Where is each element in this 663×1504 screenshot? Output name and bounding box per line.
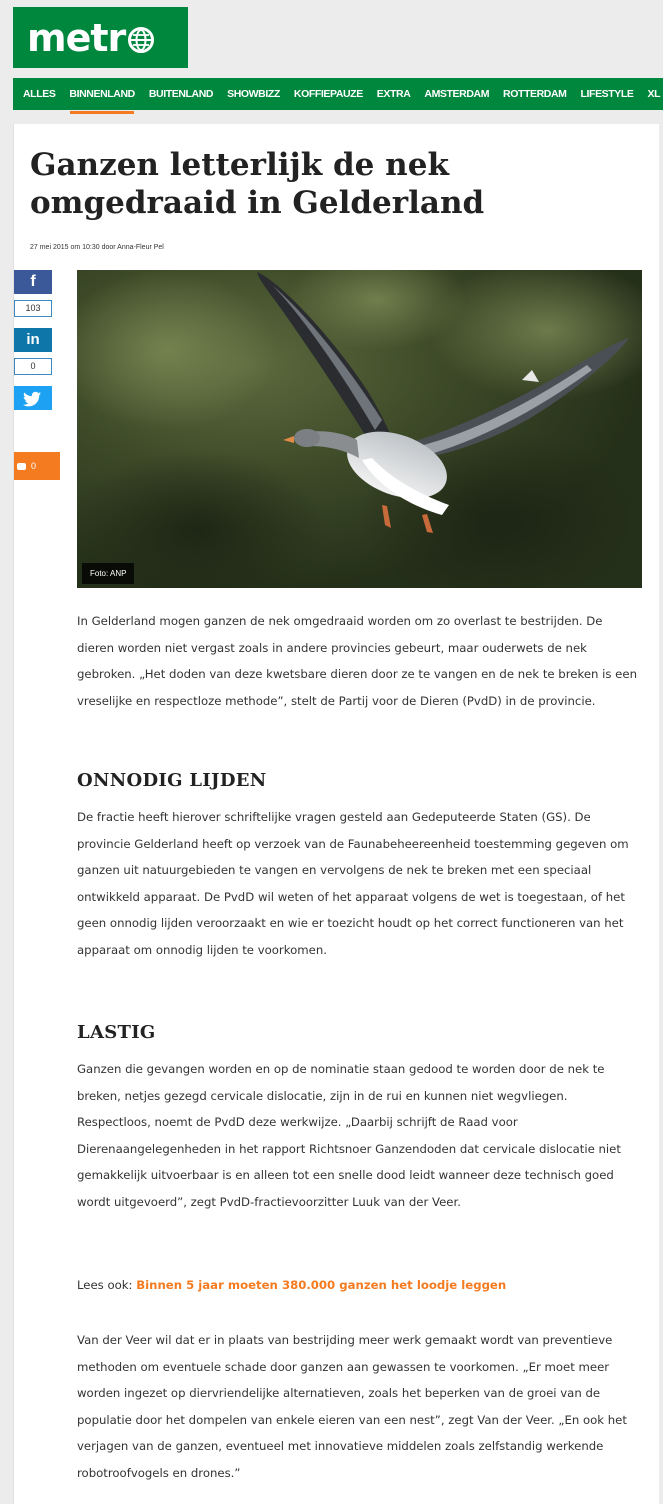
photo-credit: Foto: ANP xyxy=(82,563,135,584)
logo-text: metr xyxy=(27,15,126,60)
nav-item-rotterdam[interactable]: ROTTERDAM xyxy=(496,78,573,110)
article-title: Ganzen letterlijk de nek omgedraaid in G… xyxy=(30,147,485,221)
nav-item-extra[interactable]: EXTRA xyxy=(370,78,418,110)
nav-item-alles[interactable]: ALLES xyxy=(13,78,62,110)
facebook-share-button[interactable]: f xyxy=(14,270,52,294)
article-paragraph-4: Van der Veer wil dat er in plaats van be… xyxy=(77,1333,627,1480)
nav-item-amsterdam[interactable]: AMSTERDAM xyxy=(417,78,496,110)
nav-item-buitenland[interactable]: BUITENLAND xyxy=(142,78,220,110)
also-read-prefix: Lees ook: xyxy=(77,1278,137,1292)
article-paragraph-1: In Gelderland mogen ganzen de nek omgedr… xyxy=(77,614,637,708)
section-heading-lastig: LASTIG xyxy=(77,1022,156,1043)
linkedin-share-count: 0 xyxy=(14,358,52,375)
comment-bubble-icon xyxy=(17,463,26,471)
also-read: Lees ook: Binnen 5 jaar moeten 380.000 g… xyxy=(77,1278,506,1292)
article-byline: 27 mei 2015 om 10:30 door Anna-Fleur Pel xyxy=(30,244,164,251)
main-nav: ALLES BINNENLAND BUITENLAND SHOWBIZZ KOF… xyxy=(13,78,663,114)
nav-item-showbizz[interactable]: SHOWBIZZ xyxy=(220,78,287,110)
article: Ganzen letterlijk de nek omgedraaid in G… xyxy=(13,124,659,1504)
nav-item-binnenland[interactable]: BINNENLAND xyxy=(62,78,141,114)
twitter-bird-icon xyxy=(23,391,41,407)
article-paragraph-3: Ganzen die gevangen worden en op de nomi… xyxy=(77,1062,621,1209)
nav-item-koffiepauze[interactable]: KOFFIEPAUZE xyxy=(287,78,370,110)
metro-logo[interactable]: metr xyxy=(13,7,188,68)
comments-button[interactable]: 0 xyxy=(14,452,60,480)
also-read-link[interactable]: Binnen 5 jaar moeten 380.000 ganzen het … xyxy=(136,1278,506,1292)
facebook-share-count: 103 xyxy=(14,300,52,317)
facebook-icon: f xyxy=(30,273,36,290)
article-paragraph-2: De fractie heeft hierover schriftelijke … xyxy=(77,810,629,957)
linkedin-icon: in xyxy=(26,331,40,348)
goose-photo xyxy=(77,270,642,588)
article-photo: Foto: ANP xyxy=(77,270,642,588)
nav-item-xl[interactable]: XL xyxy=(641,78,663,110)
globe-icon xyxy=(128,26,155,53)
nav-item-lifestyle[interactable]: LIFESTYLE xyxy=(574,78,641,110)
linkedin-share-button[interactable]: in xyxy=(14,328,52,352)
comments-count: 0 xyxy=(31,461,37,471)
twitter-share-button[interactable] xyxy=(14,386,52,410)
section-heading-onnodig-lijden: ONNODIG LIJDEN xyxy=(77,770,267,791)
